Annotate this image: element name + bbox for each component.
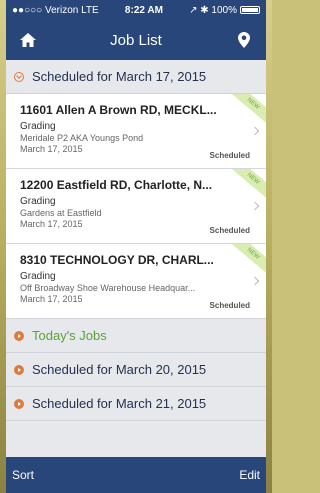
section-header-march-20[interactable]: Scheduled for March 20, 2015 xyxy=(6,353,266,387)
location-button[interactable] xyxy=(232,28,256,52)
location-pin-icon xyxy=(237,32,250,48)
collapse-circle-icon xyxy=(14,71,24,82)
edit-button[interactable]: Edit xyxy=(239,468,260,482)
job-address: 8310 TECHNOLOGY DR, CHARL... xyxy=(20,253,214,267)
job-address: 11601 Allen A Brown RD, MECKL... xyxy=(20,103,217,117)
expand-circle-icon xyxy=(14,364,24,375)
status-indicators: ↗ ✱ 100% xyxy=(189,4,237,16)
section-label: Scheduled for March 21, 2015 xyxy=(32,396,207,411)
chevron-right-icon xyxy=(250,126,260,136)
section-label: Scheduled for March 17, 2015 xyxy=(32,69,207,84)
job-item[interactable]: NEW 8310 TECHNOLOGY DR, CHARL... Grading… xyxy=(6,244,266,319)
nav-bar: Job List xyxy=(6,20,266,60)
section-label: Today's Jobs xyxy=(32,328,107,343)
job-type: Grading xyxy=(20,271,56,282)
right-background-decoration xyxy=(266,0,272,493)
job-type: Grading xyxy=(20,121,56,132)
status-bar: ●●○○○ Verizon LTE 8:22 AM ↗ ✱ 100% xyxy=(6,0,266,20)
status-time: 8:22 AM xyxy=(124,4,163,16)
section-label: Scheduled for March 20, 2015 xyxy=(32,362,207,377)
status-right: ↗ ✱ 100% xyxy=(189,5,260,16)
job-status: Scheduled xyxy=(209,151,250,160)
job-item[interactable]: NEW 11601 Allen A Brown RD, MECKL... Gra… xyxy=(6,94,266,169)
job-status: Scheduled xyxy=(209,301,250,310)
job-item[interactable]: NEW 12200 Eastfield RD, Charlotte, N... … xyxy=(6,169,266,244)
expand-circle-icon xyxy=(14,398,24,409)
home-icon xyxy=(20,33,36,47)
section-header-todays-jobs[interactable]: Today's Jobs xyxy=(6,319,266,353)
home-button[interactable] xyxy=(16,28,40,52)
page-title: Job List xyxy=(110,31,162,49)
phone-screen: ●●○○○ Verizon LTE 8:22 AM ↗ ✱ 100% Job L… xyxy=(6,0,266,493)
sort-button[interactable]: Sort xyxy=(12,468,34,482)
section-header-march-17[interactable]: Scheduled for March 17, 2015 xyxy=(6,60,266,94)
job-address: 12200 Eastfield RD, Charlotte, N... xyxy=(20,178,213,192)
job-status: Scheduled xyxy=(209,226,250,235)
job-site: Off Broadway Shoe Warehouse Headquar... xyxy=(20,283,196,293)
chevron-right-icon xyxy=(250,201,260,211)
battery-icon xyxy=(240,6,260,14)
section-header-march-21[interactable]: Scheduled for March 21, 2015 xyxy=(6,387,266,421)
job-site: Gardens at Eastfield xyxy=(20,208,102,218)
carrier-signal: ●●○○○ Verizon LTE xyxy=(12,4,99,16)
job-type: Grading xyxy=(20,196,56,207)
chevron-right-icon xyxy=(250,276,260,286)
expand-circle-icon xyxy=(14,330,24,341)
bottom-toolbar: Sort Edit xyxy=(6,457,266,493)
job-site: Meridale P2 AKA Youngs Pond xyxy=(20,133,144,143)
